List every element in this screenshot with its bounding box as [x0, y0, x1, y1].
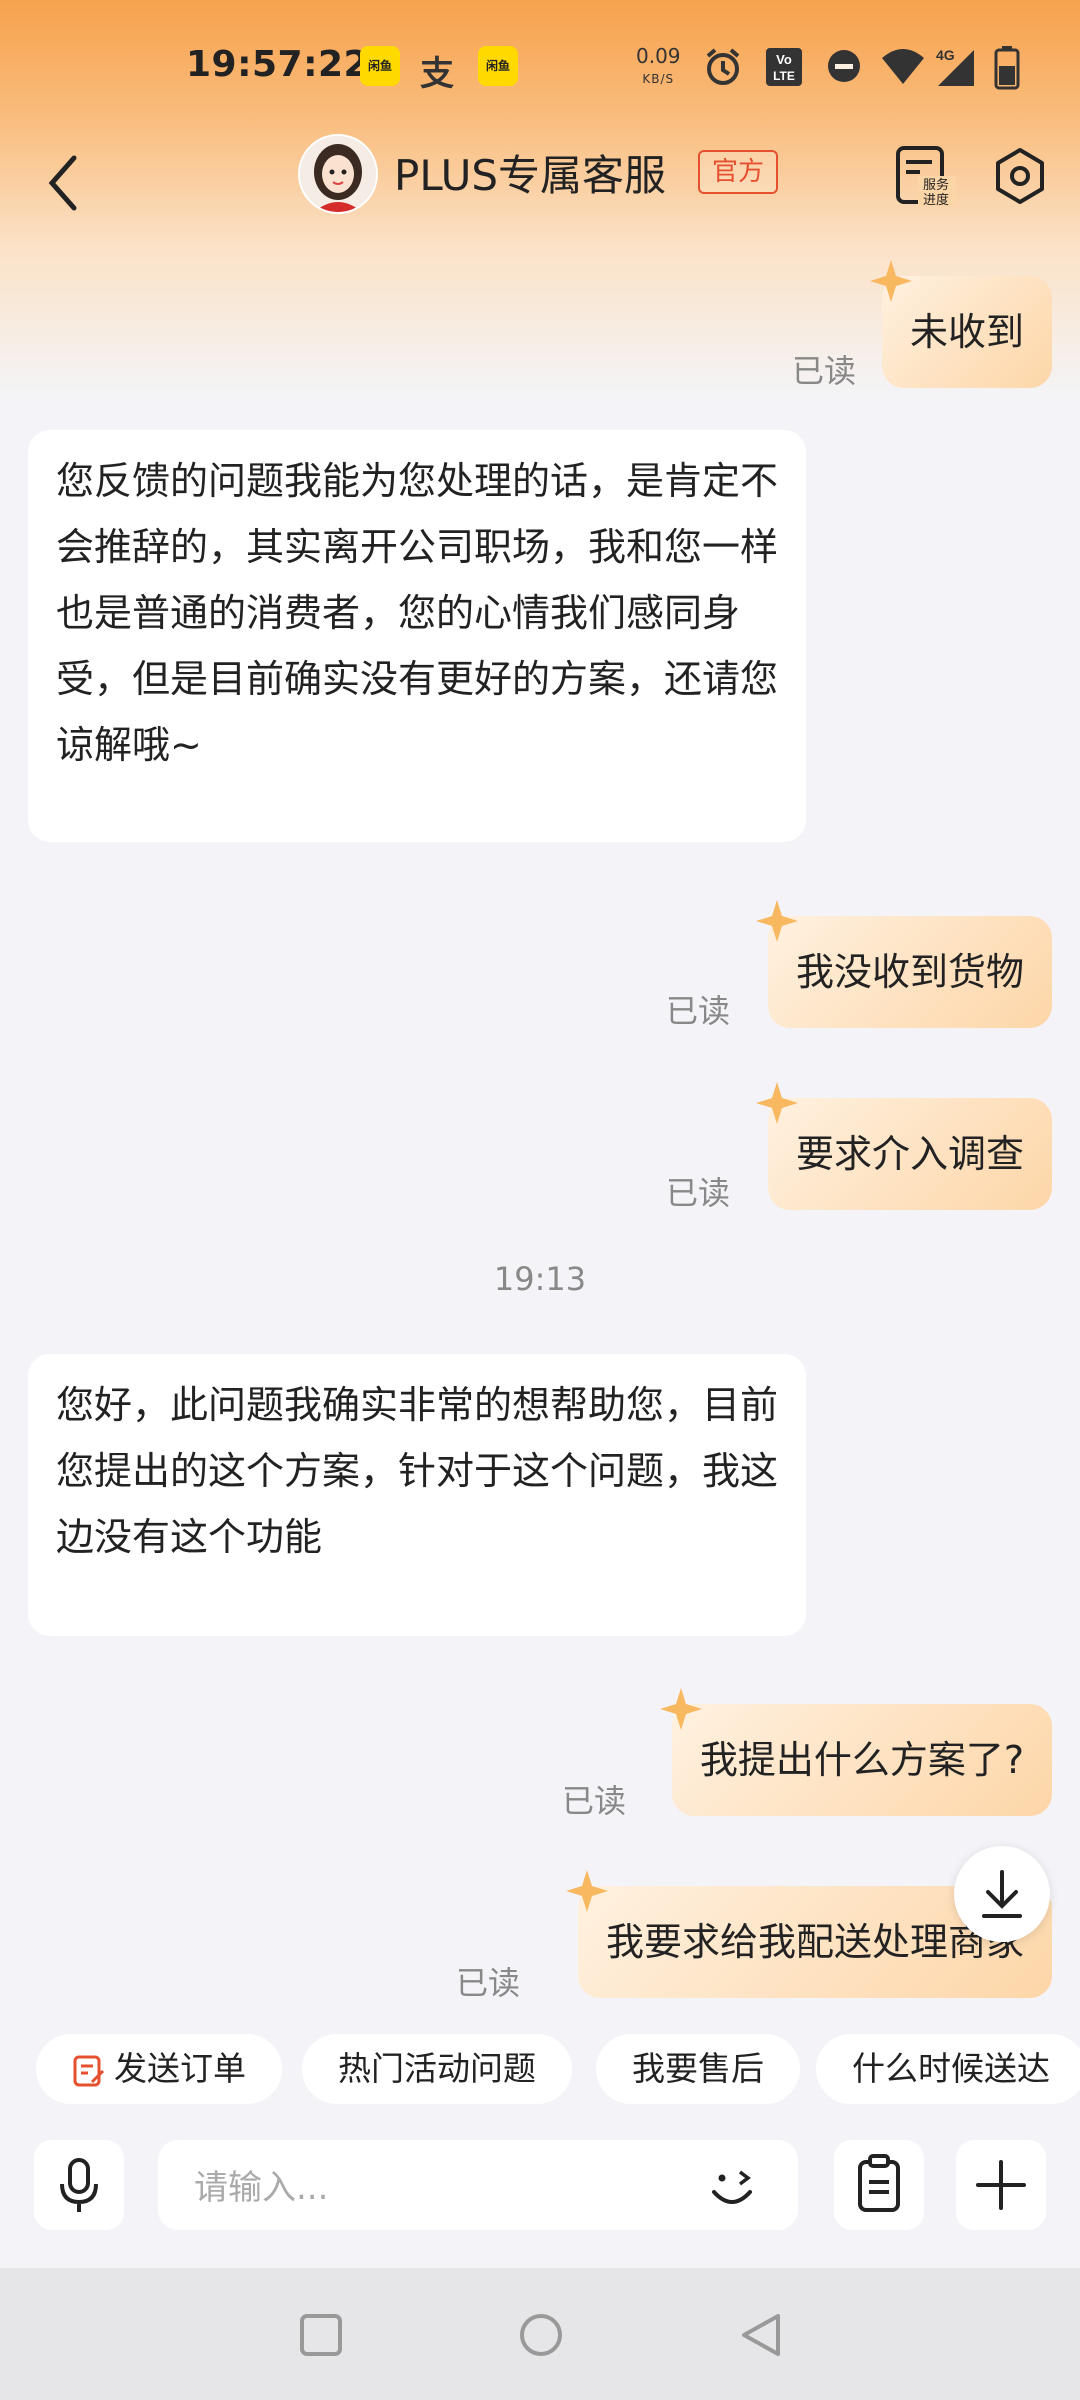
plus-icon	[976, 2160, 1026, 2210]
alarm-icon	[706, 48, 740, 85]
svg-text:LTE: LTE	[773, 69, 795, 83]
battery-icon	[994, 46, 1020, 90]
system-navigation-bar	[0, 2268, 1080, 2400]
input-placeholder: 请输入...	[194, 2168, 329, 2208]
signal-icon: 4G	[936, 47, 974, 86]
message-text: 您好，此问题我确实非常的想帮助您，目前您提出的这个方案，针对于这个问题，我这边没…	[56, 1383, 779, 1559]
read-receipt: 已读	[666, 992, 731, 1030]
message-text: 我提出什么方案了?	[699, 1738, 1024, 1782]
read-receipt: 已读	[666, 1174, 731, 1212]
recents-square-icon[interactable]	[298, 2312, 344, 2358]
sparkle-icon	[755, 900, 798, 942]
message-text: 要求介入调查	[795, 1132, 1024, 1176]
voice-button[interactable]	[34, 2140, 124, 2230]
outgoing-message[interactable]: 未收到	[869, 260, 1052, 388]
sparkle-icon	[565, 1870, 608, 1912]
volte-icon: Vo LTE	[766, 48, 802, 86]
status-time: 19:57:22	[186, 44, 370, 85]
emoji-wink-icon[interactable]	[704, 2154, 764, 2216]
input-bar: 请输入...	[0, 2130, 1080, 2270]
agent-avatar[interactable]	[298, 134, 378, 214]
back-triangle-icon[interactable]	[738, 2312, 784, 2358]
message-text: 未收到	[909, 310, 1024, 354]
outgoing-message[interactable]: 要求介入调查	[755, 1082, 1052, 1210]
clipboard-icon	[858, 2154, 900, 2212]
message-text: 您反馈的问题我能为您处理的话，是肯定不会推辞的，其实离开公司职场，我和您一样也是…	[56, 459, 779, 767]
alipay-icon: 支	[420, 54, 454, 94]
wifi-icon	[882, 49, 924, 84]
order-edit-icon	[73, 2055, 105, 2086]
sparkle-icon	[659, 1688, 702, 1730]
status-bar: 19:57:22 闲鱼 支 闲鱼 0.09 KB/S Vo LTE 4G	[0, 0, 1080, 130]
sparkle-icon	[869, 260, 912, 302]
sparkle-icon	[755, 1082, 798, 1124]
back-arrow-icon[interactable]	[44, 148, 84, 218]
microphone-icon	[60, 2158, 98, 2212]
download-arrow-icon	[982, 1870, 1022, 1918]
official-badge: 官方	[698, 150, 779, 194]
chat-timestamp: 19:13	[493, 1260, 587, 1298]
quick-reply-bar: 发送订单 热门活动问题 我要售后 什么时候送达	[0, 2034, 1080, 2104]
quick-reply-delivery-time[interactable]: 什么时候送达	[816, 2034, 1080, 2104]
scroll-to-bottom-button[interactable]	[954, 1846, 1050, 1942]
quick-reply-hot-activity[interactable]: 热门活动问题	[302, 2034, 572, 2104]
quick-reply-send-order[interactable]: 发送订单	[36, 2034, 282, 2104]
svg-text:Vo: Vo	[776, 52, 792, 67]
incoming-message[interactable]: 您反馈的问题我能为您处理的话，是肯定不会推辞的，其实离开公司职场，我和您一样也是…	[28, 430, 806, 842]
quick-reply-after-sales[interactable]: 我要售后	[596, 2034, 800, 2104]
chat-title: PLUS专属客服	[394, 151, 667, 200]
svg-text:服务: 服务	[923, 177, 949, 193]
xianyu-app-icon: 闲鱼	[360, 46, 400, 86]
xianyu-app-icon-2: 闲鱼	[478, 46, 518, 86]
svg-text:进度: 进度	[923, 192, 949, 208]
incoming-message[interactable]: 您好，此问题我确实非常的想帮助您，目前您提出的这个方案，针对于这个问题，我这边没…	[28, 1354, 806, 1636]
more-options-button[interactable]	[956, 2140, 1046, 2230]
chat-header: PLUS专属客服 官方 服务 进度	[0, 130, 1080, 240]
message-text: 我没收到货物	[795, 950, 1024, 994]
clipboard-button[interactable]	[834, 2140, 924, 2230]
message-input[interactable]: 请输入...	[158, 2140, 798, 2230]
chat-message-list[interactable]: 未收到 已读 您反馈的问题我能为您处理的话，是肯定不会推辞的，其实离开公司职场，…	[0, 260, 1080, 2002]
service-progress-icon[interactable]: 服务 进度	[892, 144, 956, 208]
network-speed: 0.09 KB/S	[636, 44, 681, 86]
read-receipt: 已读	[792, 352, 857, 390]
read-receipt: 已读	[456, 1964, 521, 2002]
dnd-icon	[828, 50, 860, 82]
settings-gear-icon[interactable]	[990, 146, 1050, 206]
outgoing-message[interactable]: 我提出什么方案了?	[659, 1688, 1052, 1816]
svg-text:4G: 4G	[936, 47, 955, 63]
outgoing-message[interactable]: 我没收到货物	[755, 900, 1052, 1028]
read-receipt: 已读	[562, 1782, 627, 1820]
home-circle-icon[interactable]	[518, 2312, 564, 2358]
